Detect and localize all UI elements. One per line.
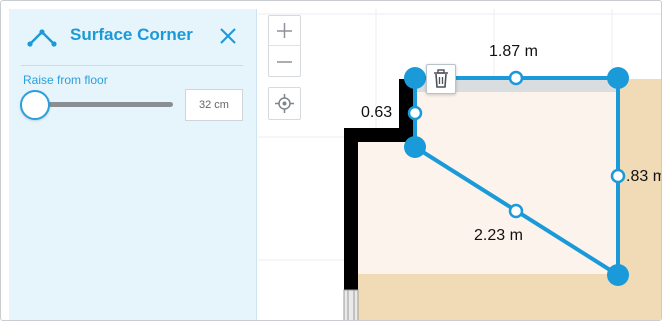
zoom-out-button[interactable] xyxy=(269,46,300,76)
floor-plan-svg xyxy=(258,9,661,320)
properties-panel: Surface Corner Raise from floor xyxy=(9,9,257,320)
zoom-controls xyxy=(268,15,301,77)
room-floor xyxy=(358,86,618,274)
corner-handle-left[interactable] xyxy=(404,136,426,158)
raise-slider-track[interactable] xyxy=(37,102,173,107)
corner-handle-top-right[interactable] xyxy=(607,67,629,89)
locate-button[interactable] xyxy=(268,87,301,120)
dimension-label-left: 0.63 xyxy=(361,104,393,121)
minus-icon xyxy=(277,61,292,63)
midpoint-handle-right[interactable] xyxy=(610,168,626,184)
floor-plan-canvas[interactable] xyxy=(258,9,661,320)
raise-value-input[interactable] xyxy=(185,89,243,121)
corner-handle-top-left[interactable] xyxy=(404,67,426,89)
app-frame: 1.87 m 0.63 .83 m 2.23 m Surface Corner … xyxy=(0,0,662,321)
dimension-label-right: .83 m xyxy=(626,168,661,185)
panel-header: Surface Corner xyxy=(9,9,257,65)
corner-handle-bottom-right[interactable] xyxy=(607,264,629,286)
door-frame xyxy=(343,289,359,320)
delete-corner-button[interactable] xyxy=(426,64,456,94)
midpoint-handle-diagonal[interactable] xyxy=(508,203,524,219)
panel-divider xyxy=(21,65,243,66)
close-button[interactable] xyxy=(217,25,239,47)
dimension-label-top: 1.87 m xyxy=(489,43,538,60)
raise-slider-knob[interactable] xyxy=(20,90,50,120)
close-icon xyxy=(220,28,236,44)
trash-icon xyxy=(434,69,448,88)
plus-icon xyxy=(277,23,292,38)
dimension-label-diagonal: 2.23 m xyxy=(474,227,523,244)
midpoint-handle-left[interactable] xyxy=(407,105,423,121)
surface-corner-icon xyxy=(27,29,57,47)
raise-from-floor-label: Raise from floor xyxy=(23,73,108,87)
crosshair-icon xyxy=(275,94,294,113)
zoom-in-button[interactable] xyxy=(269,16,300,46)
panel-title: Surface Corner xyxy=(70,25,193,44)
midpoint-handle-top[interactable] xyxy=(508,70,524,86)
